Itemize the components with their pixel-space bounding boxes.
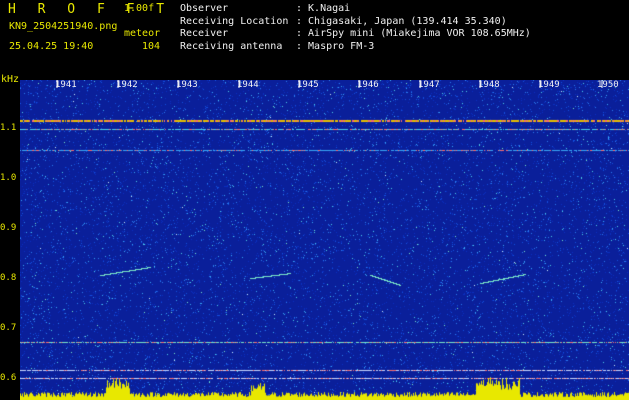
y-tick-label: 0.6 bbox=[0, 373, 17, 383]
station-info: Observer: K.Nagai Receiving Location: Ch… bbox=[180, 3, 531, 53]
y-tick-label: 1.0 bbox=[0, 173, 17, 183]
time-tick-label: 1946 bbox=[357, 80, 379, 90]
detection-mode: meteor bbox=[124, 28, 161, 39]
y-tick-label: 1.1 bbox=[0, 123, 17, 133]
frequency-unit-label: kHz bbox=[1, 74, 20, 85]
capture-timestamp: 25.04.25 19:40 bbox=[9, 41, 94, 52]
info-receiver: Receiver: AirSpy mini (Miakejima VOR 108… bbox=[180, 28, 531, 39]
time-tick-label: 1948 bbox=[478, 80, 500, 90]
detection-counter: 104 bbox=[142, 41, 161, 52]
time-tick-label: 1945 bbox=[297, 80, 319, 90]
time-tick-label: 1941 bbox=[55, 80, 77, 90]
time-tick-label: 1947 bbox=[418, 80, 440, 90]
header-panel: H R O F F T 1.00f KN9_2504251940.png met… bbox=[0, 0, 629, 74]
time-tick-label: 1942 bbox=[116, 80, 138, 90]
spectrogram-overlay bbox=[56, 80, 603, 88]
time-tick-label: 1944 bbox=[237, 80, 259, 90]
y-tick-label: 0.9 bbox=[0, 223, 17, 233]
time-tick-label: 1950 bbox=[597, 80, 619, 90]
time-tick-label: 1949 bbox=[538, 80, 560, 90]
time-tick-label: 1943 bbox=[176, 80, 198, 90]
info-observer: Observer: K.Nagai bbox=[180, 3, 351, 14]
spectrogram-panel bbox=[20, 80, 629, 400]
info-location: Receiving Location: Chigasaki, Japan (13… bbox=[180, 15, 507, 27]
y-tick-label: 0.8 bbox=[0, 273, 17, 283]
app-version: 1.00f bbox=[124, 3, 155, 14]
info-antenna: Receiving antenna: Maspro FM-3 bbox=[180, 40, 375, 52]
file-name: KN9_2504251940.png bbox=[9, 21, 118, 32]
y-tick-label: 0.7 bbox=[0, 323, 17, 333]
